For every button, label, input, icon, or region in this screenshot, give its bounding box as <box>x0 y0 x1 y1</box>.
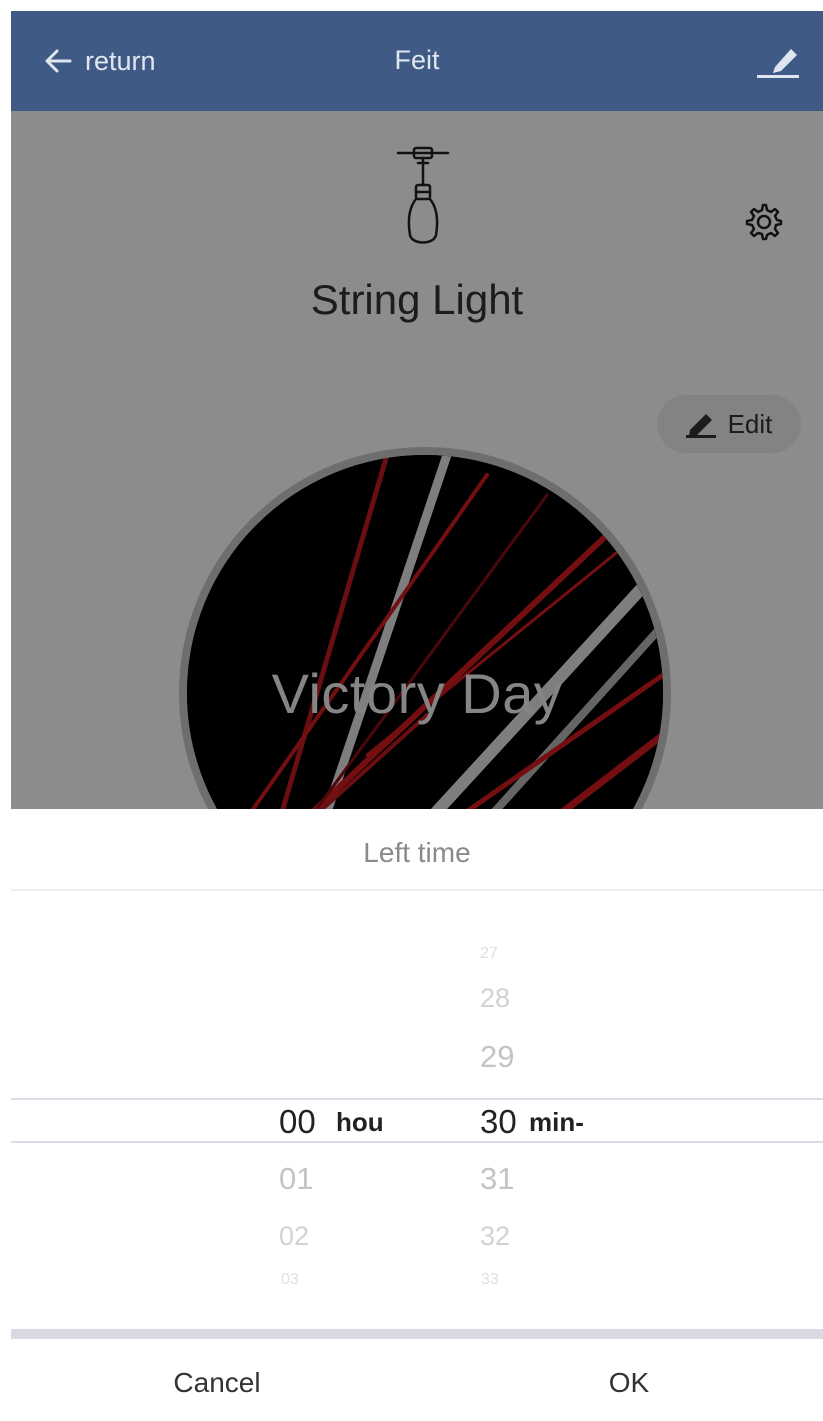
picker-selection-line-top <box>11 1098 823 1100</box>
minutes-option[interactable]: 32 <box>480 1221 600 1252</box>
app-header: return Feit <box>11 11 823 111</box>
ok-button[interactable]: OK <box>479 1367 779 1411</box>
device-screen: return Feit String Light Edit Victory Da… <box>11 11 823 1421</box>
hours-option[interactable]: 01 <box>279 1161 399 1197</box>
minutes-option[interactable]: 29 <box>480 1039 600 1075</box>
minutes-selected: 30 <box>480 1103 517 1140</box>
header-title: Feit <box>394 45 440 75</box>
hours-option[interactable]: 02 <box>279 1221 399 1252</box>
cancel-button[interactable]: Cancel <box>67 1367 367 1411</box>
pencil-underline-icon <box>757 49 799 78</box>
minutes-unit: min- <box>529 1107 584 1137</box>
edit-name-button[interactable] <box>755 41 803 83</box>
timer-sheet: Left time 00 hou 01 02 03 27 28 29 30 mi… <box>11 809 823 1421</box>
sheet-divider <box>11 889 823 891</box>
minutes-option[interactable]: 33 <box>481 1271 601 1289</box>
minutes-option[interactable]: 31 <box>480 1161 600 1197</box>
hours-option[interactable]: 03 <box>281 1271 401 1289</box>
picker-selection-line-bottom <box>11 1141 823 1143</box>
minutes-option[interactable]: 27 <box>480 945 600 963</box>
hours-unit: hou <box>336 1107 384 1137</box>
hours-selected: 00 <box>279 1103 316 1140</box>
sheet-separator-bar <box>11 1329 823 1339</box>
minutes-option[interactable]: 28 <box>480 983 600 1014</box>
modal-backdrop[interactable] <box>11 111 823 811</box>
sheet-title: Left time <box>363 837 471 868</box>
